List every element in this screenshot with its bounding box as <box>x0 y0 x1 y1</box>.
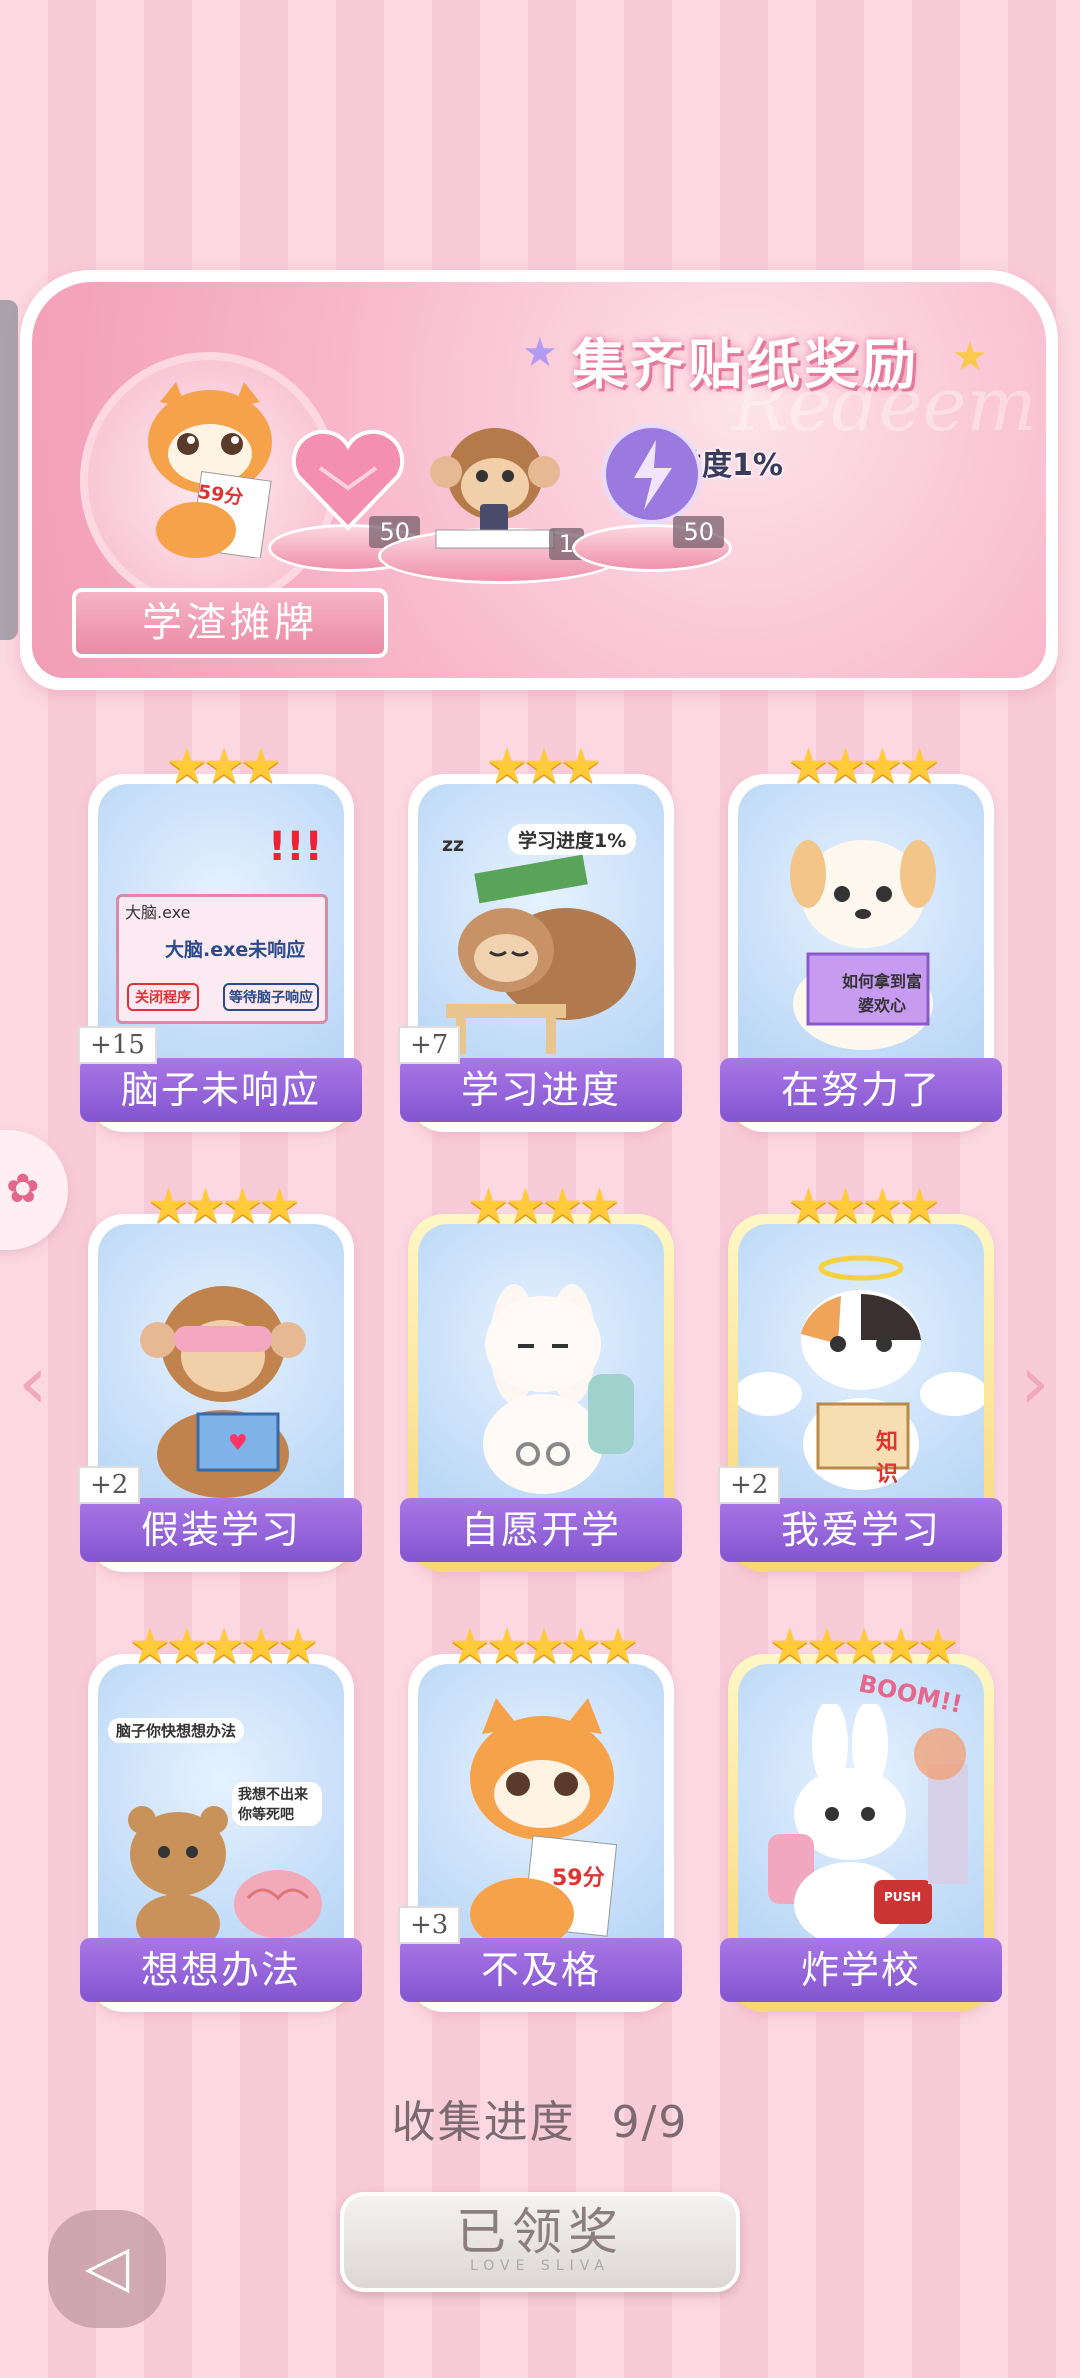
star-rating: ★★★★★ <box>448 1618 639 1674</box>
card-label: 脑子未响应 <box>80 1058 362 1122</box>
tiger-icon <box>470 1698 618 1950</box>
sticker-card[interactable]: ★★★★ 自愿开学 <box>400 1178 682 1574</box>
bunny-detonator-boom-art: BOOM!! PUSH <box>738 1664 984 1954</box>
svg-text:♥: ♥ <box>228 1431 248 1456</box>
collection-progress: 收集进度 9/9 <box>0 2086 1080 2150</box>
sticker-card[interactable]: ★★★★★ 59分 +3 不及格 <box>398 1618 682 2014</box>
bear-brain-icon <box>128 1806 322 1954</box>
prev-page-arrow[interactable]: ‹ <box>18 1340 48 1426</box>
exclaim-icon: !!! <box>268 824 323 870</box>
reward-count: 50 <box>673 516 724 548</box>
next-page-arrow[interactable]: › <box>1020 1340 1050 1426</box>
banner-title: 集齐贴纸奖励 <box>572 333 920 396</box>
card-label: 想想办法 <box>80 1938 362 2002</box>
plus-badge: +2 <box>78 1466 141 1504</box>
plus-badge: +2 <box>718 1466 781 1504</box>
puppy-reading-book-art: 如何拿到富婆欢心 <box>738 784 984 1074</box>
card-label: 炸学校 <box>720 1938 1002 2002</box>
sloth-icon <box>446 854 636 1054</box>
sticker-card[interactable]: ★★★★ ♥ +2 假装学习 <box>78 1178 362 1574</box>
sticker-card[interactable]: ★★★ 大脑.exe 大脑.exe未响应 关闭程序 等待脑子响应 !!! +15… <box>78 738 362 1134</box>
sticker-card[interactable]: ★★★★★ BOOM!! PUSH 炸学校 <box>720 1618 1002 2014</box>
claimed-sublabel: LOVE SLIVA <box>469 2258 611 2274</box>
purple-lightning-orb-icon <box>602 424 702 524</box>
side-pull-tab[interactable] <box>0 300 18 640</box>
yellow-star-icon: ★ <box>952 334 988 380</box>
collection-progress-value: 9/9 <box>611 2097 689 2148</box>
card-label: 自愿开学 <box>400 1498 682 1562</box>
star-rating: ★★★★★ <box>768 1618 959 1674</box>
card-label: 不及格 <box>400 1938 682 2002</box>
star-rating: ★★★ <box>485 738 602 794</box>
angel-cat-icon <box>738 1255 984 1490</box>
claimed-reward-button[interactable]: 已领奖 LOVE SLIVA <box>340 2192 740 2292</box>
back-arrow-icon: ◁ <box>84 2232 130 2300</box>
back-button[interactable]: ◁ <box>48 2210 166 2328</box>
star-rating: ★★★★ <box>786 1178 941 1234</box>
star-rating: ★★★★★ <box>128 1618 319 1674</box>
bunny-icon <box>483 1284 634 1494</box>
puppy-icon <box>790 840 936 1050</box>
monkey-phone-sticker-icon <box>430 428 560 549</box>
card-label: 学习进度 <box>400 1058 682 1122</box>
sticker-card[interactable]: ★★★ 学习进度1% zz +7 学习进度 <box>398 738 682 1134</box>
star-rating: ★★★★ <box>786 738 941 794</box>
plus-badge: +3 <box>398 1906 461 1944</box>
bunny-detonator-icon <box>768 1704 968 1946</box>
purple-star-icon: ★ <box>522 330 558 376</box>
card-label: 在努力了 <box>720 1058 1002 1122</box>
reward-banner: 59分 学渣摊牌 Redeem ★ 集齐贴纸奖励 ★ 50 学习进度1% <box>20 270 1058 690</box>
monkey-icon: ♥ <box>140 1286 306 1498</box>
plus-badge: +15 <box>78 1026 157 1064</box>
name-plate: 学渣摊牌 <box>72 588 388 658</box>
sticker-card[interactable]: ★★★★★ 脑子你快想想办法 我想不出来你等死吧 想想办法 <box>80 1618 362 2014</box>
fan-icon: ✿ <box>6 1166 40 1212</box>
plus-badge: +7 <box>398 1026 461 1064</box>
bunny-handcuffed-backpack-art <box>418 1224 664 1514</box>
side-float-button[interactable]: ✿ <box>0 1130 68 1250</box>
sticker-card[interactable]: ★★★★ 如何拿到富婆欢心 在努力了 <box>720 738 1002 1134</box>
bear-and-brain-art: 脑子你快想想办法 我想不出来你等死吧 <box>98 1664 344 1954</box>
star-rating: ★★★★ <box>466 1178 621 1234</box>
collection-progress-label: 收集进度 <box>391 2097 576 2148</box>
star-rating: ★★★ <box>165 738 282 794</box>
card-label: 我爱学习 <box>720 1498 1002 1562</box>
card-label: 假装学习 <box>80 1498 362 1562</box>
reward-item-orb[interactable]: 50 <box>572 422 732 572</box>
sticker-card[interactable]: ★★★★ 知识 +2 我爱学习 <box>718 1178 1002 1574</box>
star-rating: ★★★★ <box>146 1178 301 1234</box>
